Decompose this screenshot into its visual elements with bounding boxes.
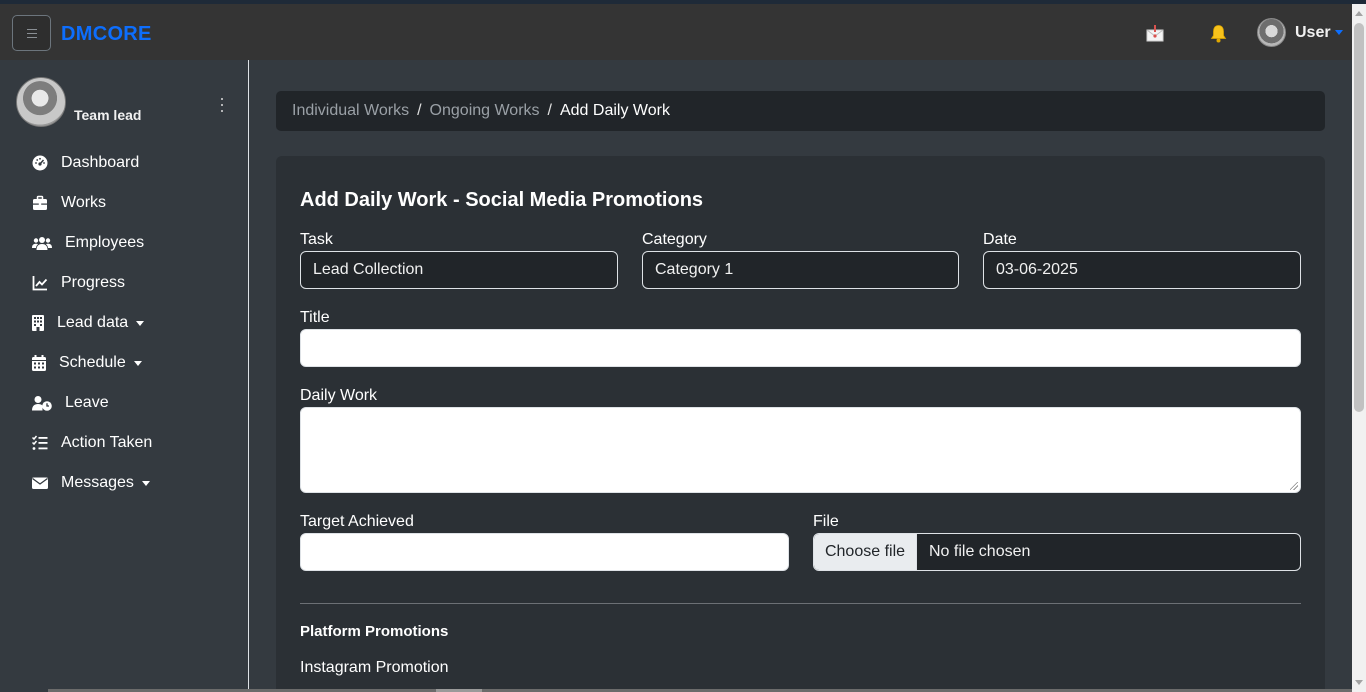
list-check-icon [32,435,48,450]
sidebar-item-label: Progress [61,274,126,291]
chevron-down-icon [136,320,145,326]
mail-icon[interactable] [1146,24,1164,42]
sidebar-item-label: Dashboard [61,154,140,171]
breadcrumb: Individual Works / Ongoing Works / Add D… [276,91,1325,131]
profile-avatar [16,77,66,127]
daily-work-label: Daily Work [300,387,378,404]
building-icon [32,315,44,331]
vertical-scrollbar[interactable] [1352,4,1366,692]
add-daily-work-card: Add Daily Work - Social Media Promotions… [276,156,1325,692]
choose-file-button[interactable]: Choose file [814,534,917,570]
chevron-down-icon [141,480,150,486]
file-input[interactable]: Choose file No file chosen [813,533,1301,571]
users-icon [32,237,52,250]
briefcase-icon [33,195,47,210]
daily-work-textarea[interactable] [300,407,1301,493]
title-input[interactable] [300,329,1301,367]
brand-logo[interactable]: DMCORE [61,23,152,46]
user-menu-dropdown[interactable]: User [1257,18,1343,47]
target-achieved-label: Target Achieved [300,513,414,530]
sidebar-item-schedule[interactable]: Schedule [0,343,248,383]
sidebar-item-dashboard[interactable]: Dashboard [0,143,248,183]
sidebar-menu: Dashboard Works Employees Progress Lead … [0,143,248,503]
instagram-promotion-label: Instagram Promotion [300,659,449,676]
sidebar-item-label: Schedule [59,354,126,371]
sidebar: Team lead Dashboard Works Employees Prog… [0,60,249,692]
sidebar-item-label: Lead data [57,314,129,331]
sidebar-item-works[interactable]: Works [0,183,248,223]
calendar-icon [32,355,46,371]
sidebar-item-label: Works [61,194,107,211]
task-label: Task [300,231,333,248]
task-field[interactable]: Lead Collection [300,251,618,289]
category-label: Category [642,231,707,248]
sidebar-item-employees[interactable]: Employees [0,223,248,263]
sidebar-item-label: Messages [61,474,134,491]
avatar [1257,18,1286,47]
chevron-down-icon [133,360,142,366]
date-field[interactable]: 03-06-2025 [983,251,1301,289]
breadcrumb-separator: / [417,102,422,119]
hamburger-icon [26,28,37,38]
file-status: No file chosen [929,543,1031,560]
resize-handle-icon[interactable] [1290,482,1298,490]
scrollbar-thumb[interactable] [1354,23,1364,412]
breadcrumb-separator: / [547,102,552,119]
user-name: User [1295,23,1331,41]
breadcrumb-ongoing-works[interactable]: Ongoing Works [430,102,540,120]
sidebar-toggle-button[interactable] [12,15,51,51]
profile-role: Team lead [74,107,142,123]
kebab-menu-icon[interactable] [219,98,225,112]
category-field[interactable]: Category 1 [642,251,959,289]
sidebar-item-action-taken[interactable]: Action Taken [0,423,248,463]
target-achieved-input[interactable] [300,533,789,571]
title-label: Title [300,309,330,326]
sidebar-item-progress[interactable]: Progress [0,263,248,303]
dashboard-icon [32,155,48,171]
page-title: Add Daily Work - Social Media Promotions [300,189,704,211]
sidebar-item-lead-data[interactable]: Lead data [0,303,248,343]
sidebar-profile [16,77,66,127]
top-navbar: DMCORE User [0,4,1352,60]
sidebar-item-label: Leave [65,394,109,411]
user-clock-icon [32,396,52,411]
breadcrumb-current: Add Daily Work [559,102,670,119]
scroll-up-arrow-icon[interactable] [1355,11,1363,16]
chevron-down-icon [1334,30,1343,35]
divider [300,603,1301,604]
chart-line-icon [32,276,48,291]
envelope-icon [32,477,48,489]
sidebar-item-messages[interactable]: Messages [0,463,248,503]
file-label: File [813,513,839,530]
scroll-down-arrow-icon[interactable] [1355,680,1363,685]
sidebar-item-label: Action Taken [61,434,153,451]
date-label: Date [983,231,1017,248]
sidebar-item-leave[interactable]: Leave [0,383,248,423]
breadcrumb-individual-works[interactable]: Individual Works [292,102,409,120]
platform-promotions-heading: Platform Promotions [300,623,449,640]
bell-icon[interactable] [1210,24,1227,43]
sidebar-item-label: Employees [65,234,145,251]
